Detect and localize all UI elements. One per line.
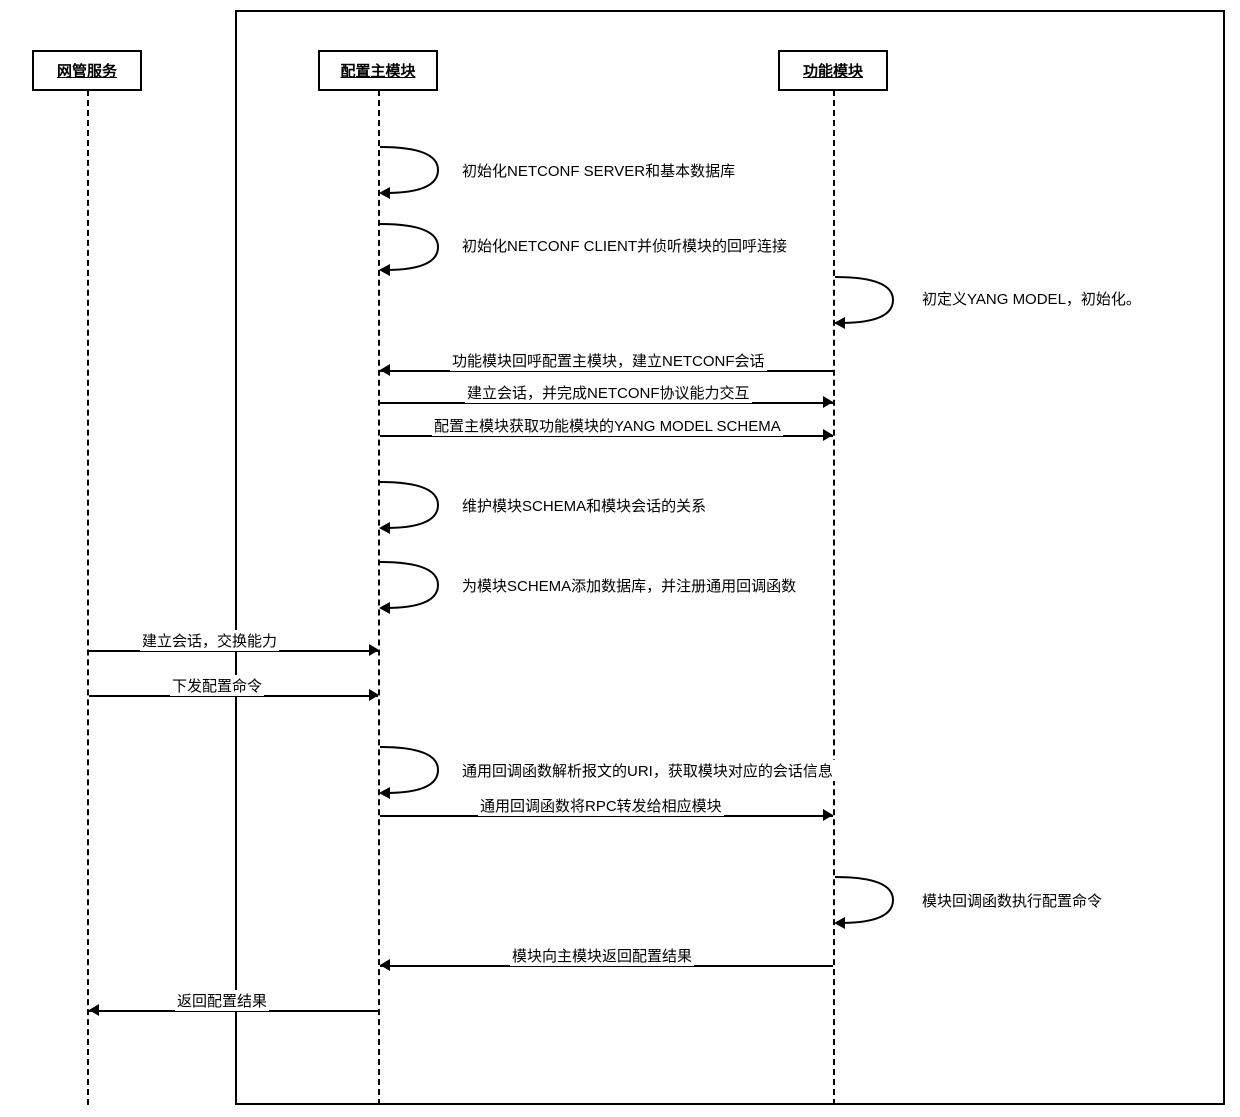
actor-nms: 网管服务 [32, 50, 142, 91]
msg-s4-label: 维护模块SCHEMA和模块会话的关系 [460, 495, 708, 516]
lifeline-func [833, 90, 835, 1105]
msg-s7-label: 模块回调函数执行配置命令 [920, 890, 1104, 911]
actor-main: 配置主模块 [318, 50, 438, 91]
msg-s1-label: 初始化NETCONF SERVER和基本数据库 [460, 160, 737, 181]
arrow-icon [380, 959, 390, 971]
msg-m4-label: 建立会话，交换能力 [140, 630, 279, 651]
arrow-icon [823, 429, 833, 441]
arrow-icon [823, 809, 833, 821]
msg-m6-label: 通用回调函数将RPC转发给相应模块 [478, 795, 724, 816]
msg-s5-label: 为模块SCHEMA添加数据库，并注册通用回调函数 [460, 575, 798, 596]
msg-s6-label: 通用回调函数解析报文的URI，获取模块对应的会话信息 [460, 760, 835, 781]
msg-s2-label: 初始化NETCONF CLIENT并侦听模块的回呼连接 [460, 235, 789, 256]
self-msg-s5 [378, 560, 458, 614]
arrow-icon [369, 689, 379, 701]
arrow-icon [89, 1004, 99, 1016]
arrow-icon [380, 364, 390, 376]
arrow-icon [823, 396, 833, 408]
msg-m5-label: 下发配置命令 [170, 675, 264, 696]
actor-func: 功能模块 [778, 50, 888, 91]
msg-m8-label: 返回配置结果 [175, 990, 269, 1011]
msg-s3-label: 初定义YANG MODEL，初始化。 [920, 288, 1143, 309]
msg-m3-label: 配置主模块获取功能模块的YANG MODEL SCHEMA [432, 415, 783, 436]
msg-m1-label: 功能模块回呼配置主模块，建立NETCONF会话 [450, 350, 767, 371]
self-msg-s2 [378, 222, 458, 276]
self-msg-s1 [378, 145, 458, 199]
msg-m2-label: 建立会话，并完成NETCONF协议能力交互 [465, 382, 752, 403]
msg-m7-label: 模块向主模块返回配置结果 [510, 945, 694, 966]
self-msg-s6 [378, 745, 458, 799]
arrow-icon [369, 644, 379, 656]
self-msg-s3 [833, 275, 913, 329]
self-msg-s7 [833, 875, 913, 929]
lifeline-nms [87, 90, 89, 1105]
self-msg-s4 [378, 480, 458, 534]
